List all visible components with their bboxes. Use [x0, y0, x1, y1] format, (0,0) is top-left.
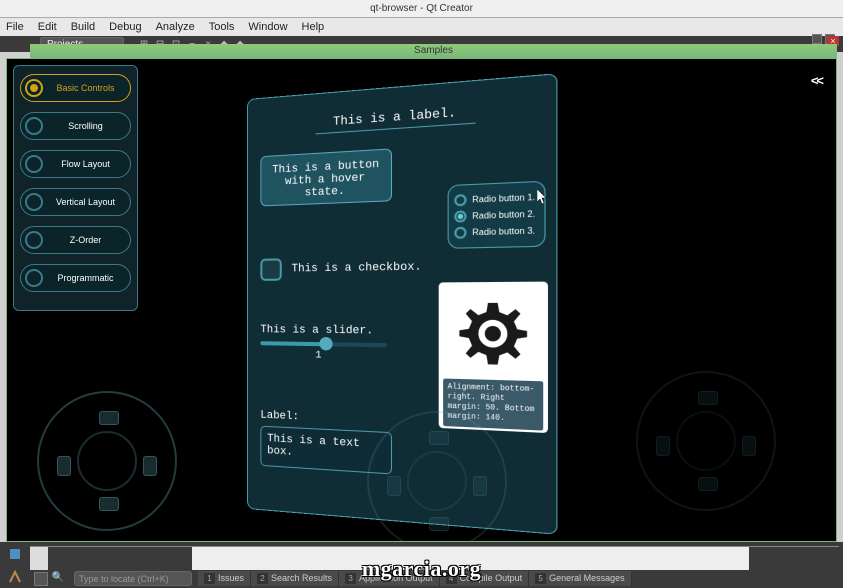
radio-icon [25, 231, 43, 249]
radio-option-2[interactable]: Radio button 2. [454, 208, 538, 223]
status-search-results[interactable]: 2Search Results [251, 571, 339, 586]
radio-icon [25, 193, 43, 211]
locator-input[interactable]: Type to locate (Ctrl+K) [74, 571, 192, 586]
dpad-control[interactable] [367, 411, 507, 551]
dpad-left[interactable] [57, 456, 71, 476]
dpad-right[interactable] [742, 436, 756, 456]
radio-icon [454, 210, 466, 222]
tab[interactable] [30, 546, 48, 570]
status-bar: 1Issues 2Search Results 3Application Out… [198, 571, 839, 586]
nav-basic-controls[interactable]: Basic Controls [20, 74, 131, 102]
title-bar: qt-browser - Qt Creator [0, 0, 843, 18]
tab[interactable] [749, 546, 839, 570]
editor-tab-strip [30, 546, 839, 570]
status-app-output[interactable]: 3Application Output [339, 571, 440, 586]
minimize-icon[interactable] [812, 34, 822, 44]
dpad-up[interactable] [698, 391, 718, 405]
radio-option-3[interactable]: Radio button 3. [454, 225, 538, 239]
nav-z-order[interactable]: Z-Order [20, 226, 131, 254]
dpad-right[interactable] [473, 476, 487, 496]
status-compile-output[interactable]: 4Compile Output [440, 571, 530, 586]
dpad-right[interactable] [143, 456, 157, 476]
radio-icon [25, 269, 43, 287]
demo-checkbox[interactable] [260, 258, 281, 281]
hover-button[interactable]: This is a button with a hover state. [260, 148, 392, 206]
search-icon[interactable]: 🔍 [51, 572, 65, 586]
nav-sidebar: Basic Controls Scrolling Flow Layout Ver… [13, 65, 138, 311]
radio-icon [454, 194, 466, 206]
slider-label: This is a slider. [260, 324, 373, 338]
menu-build[interactable]: Build [71, 21, 95, 33]
checkbox-label: This is a checkbox. [292, 261, 422, 275]
dpad-left[interactable] [387, 476, 401, 496]
menu-file[interactable]: File [6, 21, 24, 33]
nav-programmatic[interactable]: Programmatic [20, 264, 131, 292]
textbox-label: Label: [260, 410, 299, 424]
menu-debug[interactable]: Debug [109, 21, 141, 33]
dpad-control[interactable] [37, 391, 177, 531]
dpad-down[interactable] [698, 477, 718, 491]
dpad-control[interactable] [636, 371, 776, 511]
dpad-down[interactable] [429, 517, 449, 531]
radio-icon [454, 227, 466, 239]
output-toggle-icon[interactable] [34, 572, 48, 586]
radio-group: Radio button 1. Radio button 2. Radio bu… [448, 181, 546, 249]
nav-vertical-layout[interactable]: Vertical Layout [20, 188, 131, 216]
mode-build-icon[interactable] [0, 565, 30, 588]
menu-tools[interactable]: Tools [209, 21, 235, 33]
bottom-bar: 🔍 Type to locate (Ctrl+K) 1Issues 2Searc… [0, 542, 843, 588]
menu-analyze[interactable]: Analyze [156, 21, 195, 33]
menu-bar: File Edit Build Debug Analyze Tools Wind… [0, 18, 843, 36]
status-issues[interactable]: 1Issues [198, 571, 251, 586]
main-viewport: Basic Controls Scrolling Flow Layout Ver… [6, 58, 837, 542]
menu-edit[interactable]: Edit [38, 21, 57, 33]
nav-scrolling[interactable]: Scrolling [20, 112, 131, 140]
dpad-down[interactable] [99, 497, 119, 511]
dpad-up[interactable] [99, 411, 119, 425]
collapse-button[interactable]: << [811, 73, 822, 88]
nav-flow-layout[interactable]: Flow Layout [20, 150, 131, 178]
panel-title-bar: Samples [30, 44, 837, 58]
radio-icon [25, 79, 43, 97]
image-card: Alignment: bottom-right. Right margin: 5… [439, 282, 548, 434]
mode-run-icon[interactable] [0, 542, 30, 565]
tab[interactable] [192, 546, 749, 570]
tab[interactable] [48, 546, 192, 570]
status-general-messages[interactable]: 5General Messages [529, 571, 632, 586]
menu-window[interactable]: Window [248, 21, 287, 33]
dpad-up[interactable] [429, 431, 449, 445]
radio-icon [25, 155, 43, 173]
slider-value: 1 [315, 350, 321, 361]
gear-icon [443, 286, 543, 381]
dpad-left[interactable] [656, 436, 670, 456]
radio-option-1[interactable]: Radio button 1. [454, 191, 538, 206]
radio-icon [25, 117, 43, 135]
menu-help[interactable]: Help [302, 21, 325, 33]
